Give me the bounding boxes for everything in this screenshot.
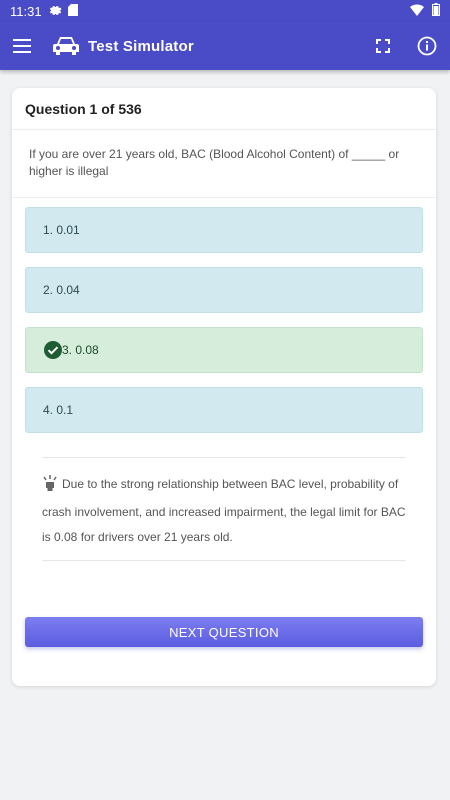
status-bar: 11:31 [0,0,450,22]
info-icon[interactable] [416,35,438,57]
check-circle-icon [44,341,62,359]
sd-card-icon [67,3,78,19]
answer-label: 4. 0.1 [43,403,74,417]
question-text: If you are over 21 years old, BAC (Blood… [12,130,436,198]
gear-icon [49,4,62,19]
answer-option-4[interactable]: 4. 0.1 [25,387,423,433]
app-title: Test Simulator [88,37,194,55]
answer-option-3[interactable]: 3. 0.08 [25,327,423,373]
app-bar: Test Simulator [0,22,450,70]
battery-icon [432,3,440,19]
answer-label: 3. 0.08 [62,343,99,357]
answer-list: 1. 0.01 2. 0.04 3. 0.08 4. 0.1 [12,198,436,433]
lightbulb-icon [42,475,58,500]
wifi-icon [410,3,424,19]
question-counter: Question 1 of 536 [12,88,436,130]
answer-label: 1. 0.01 [43,223,80,237]
menu-icon[interactable] [12,36,32,56]
fullscreen-icon[interactable] [372,35,394,57]
explanation-box: Due to the strong relationship between B… [42,457,406,561]
status-time: 11:31 [10,3,42,19]
answer-option-1[interactable]: 1. 0.01 [25,207,423,253]
car-icon [52,35,80,57]
question-card: Question 1 of 536 If you are over 21 yea… [12,88,436,686]
explanation-text: Due to the strong relationship between B… [42,477,406,544]
answer-option-2[interactable]: 2. 0.04 [25,267,423,313]
answer-label: 2. 0.04 [43,283,80,297]
next-question-button[interactable]: NEXT QUESTION [25,617,423,647]
